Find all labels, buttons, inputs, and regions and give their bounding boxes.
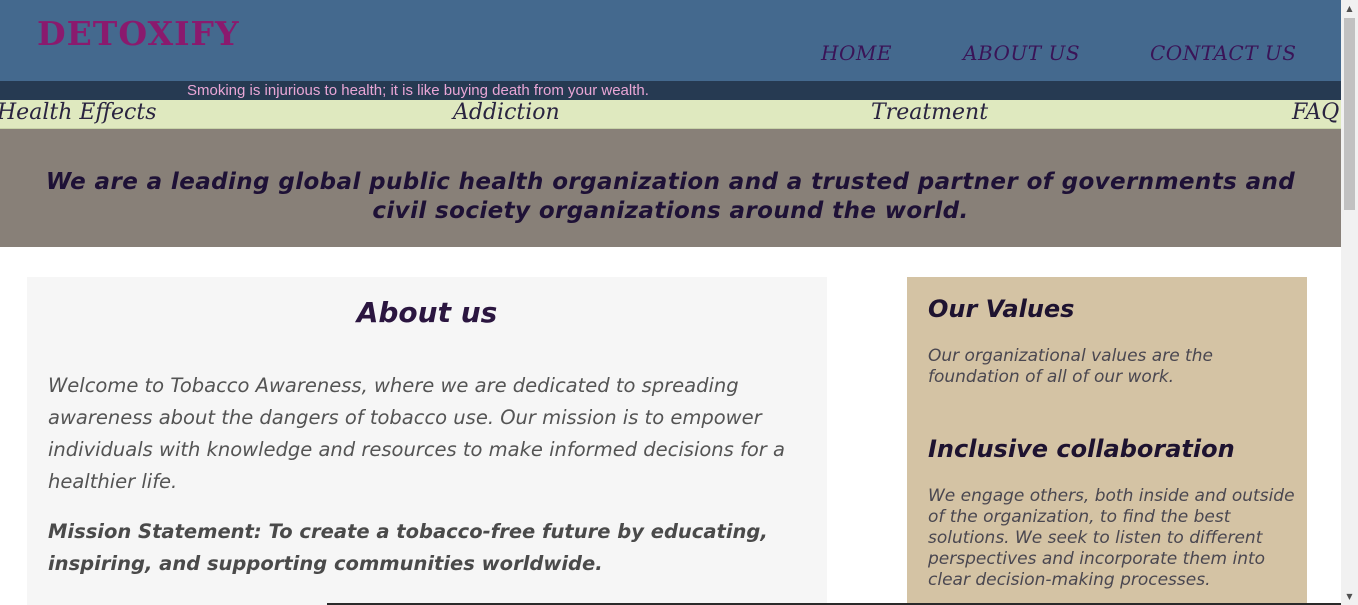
about-paragraph: Welcome to Tobacco Awareness, where we a… <box>48 374 785 493</box>
mission-statement: Mission Statement: To create a tobacco-f… <box>48 520 768 575</box>
banner-text: We are a leading global public health or… <box>45 169 1296 224</box>
site-header: DETOXIFY HOME ABOUT US CONTACT US <box>0 0 1341 81</box>
values-intro: Our organizational values are the founda… <box>928 346 1213 387</box>
page: DETOXIFY HOME ABOUT US CONTACT US Smokin… <box>0 0 1341 605</box>
topic-nav: Health Effects Addiction Treatment FAQ <box>0 100 1341 129</box>
about-card: About us Welcome to Tobacco Awareness, w… <box>27 277 827 605</box>
about-title: About us <box>356 296 498 329</box>
scrollbar-thumb[interactable] <box>1344 18 1355 210</box>
site-logo[interactable]: DETOXIFY <box>37 14 240 53</box>
marquee-text: Smoking is injurious to health; it is li… <box>187 82 649 99</box>
collaboration-text: We engage others, both inside and outsid… <box>928 486 1295 590</box>
scroll-up-arrow-icon[interactable]: ▲ <box>1341 0 1358 17</box>
topic-faq[interactable]: FAQ <box>1292 100 1339 125</box>
marquee-strip: Smoking is injurious to health; it is li… <box>0 81 1341 100</box>
vertical-scrollbar[interactable]: ▲ ▼ <box>1341 0 1358 605</box>
topic-health-effects[interactable]: Health Effects <box>0 100 156 125</box>
collaboration-heading: Inclusive collaboration <box>928 435 1235 463</box>
topic-addiction[interactable]: Addiction <box>453 100 560 125</box>
hero-banner: We are a leading global public health or… <box>0 129 1341 247</box>
scroll-down-arrow-icon[interactable]: ▼ <box>1341 588 1358 605</box>
nav-home[interactable]: HOME <box>821 41 892 65</box>
topic-treatment[interactable]: Treatment <box>871 100 988 125</box>
nav-about-us[interactable]: ABOUT US <box>963 41 1080 65</box>
values-heading: Our Values <box>928 295 1075 323</box>
nav-contact-us[interactable]: CONTACT US <box>1150 41 1296 65</box>
values-card: Our Values Our organizational values are… <box>907 277 1307 605</box>
